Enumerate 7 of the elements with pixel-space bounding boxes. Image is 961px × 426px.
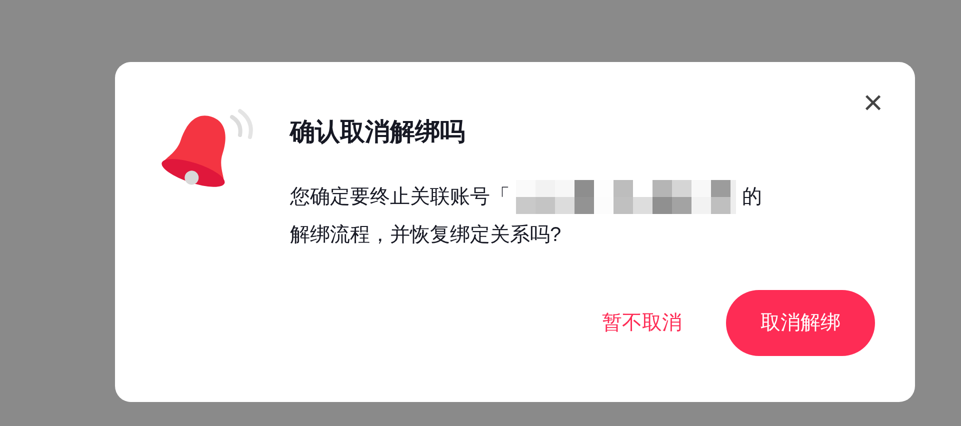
message-text: 解绑流程，并恢复绑定关系吗? <box>290 223 562 248</box>
confirm-button[interactable]: 取消解绑 <box>726 290 875 356</box>
message-text: 您确定要终止关联账号「 <box>290 185 510 210</box>
message-text: 的 <box>742 185 762 210</box>
close-button[interactable]: × <box>863 86 883 120</box>
cancel-button[interactable]: 暂不取消 <box>598 303 686 343</box>
dialog-title: 确认取消解绑吗 <box>290 117 466 148</box>
